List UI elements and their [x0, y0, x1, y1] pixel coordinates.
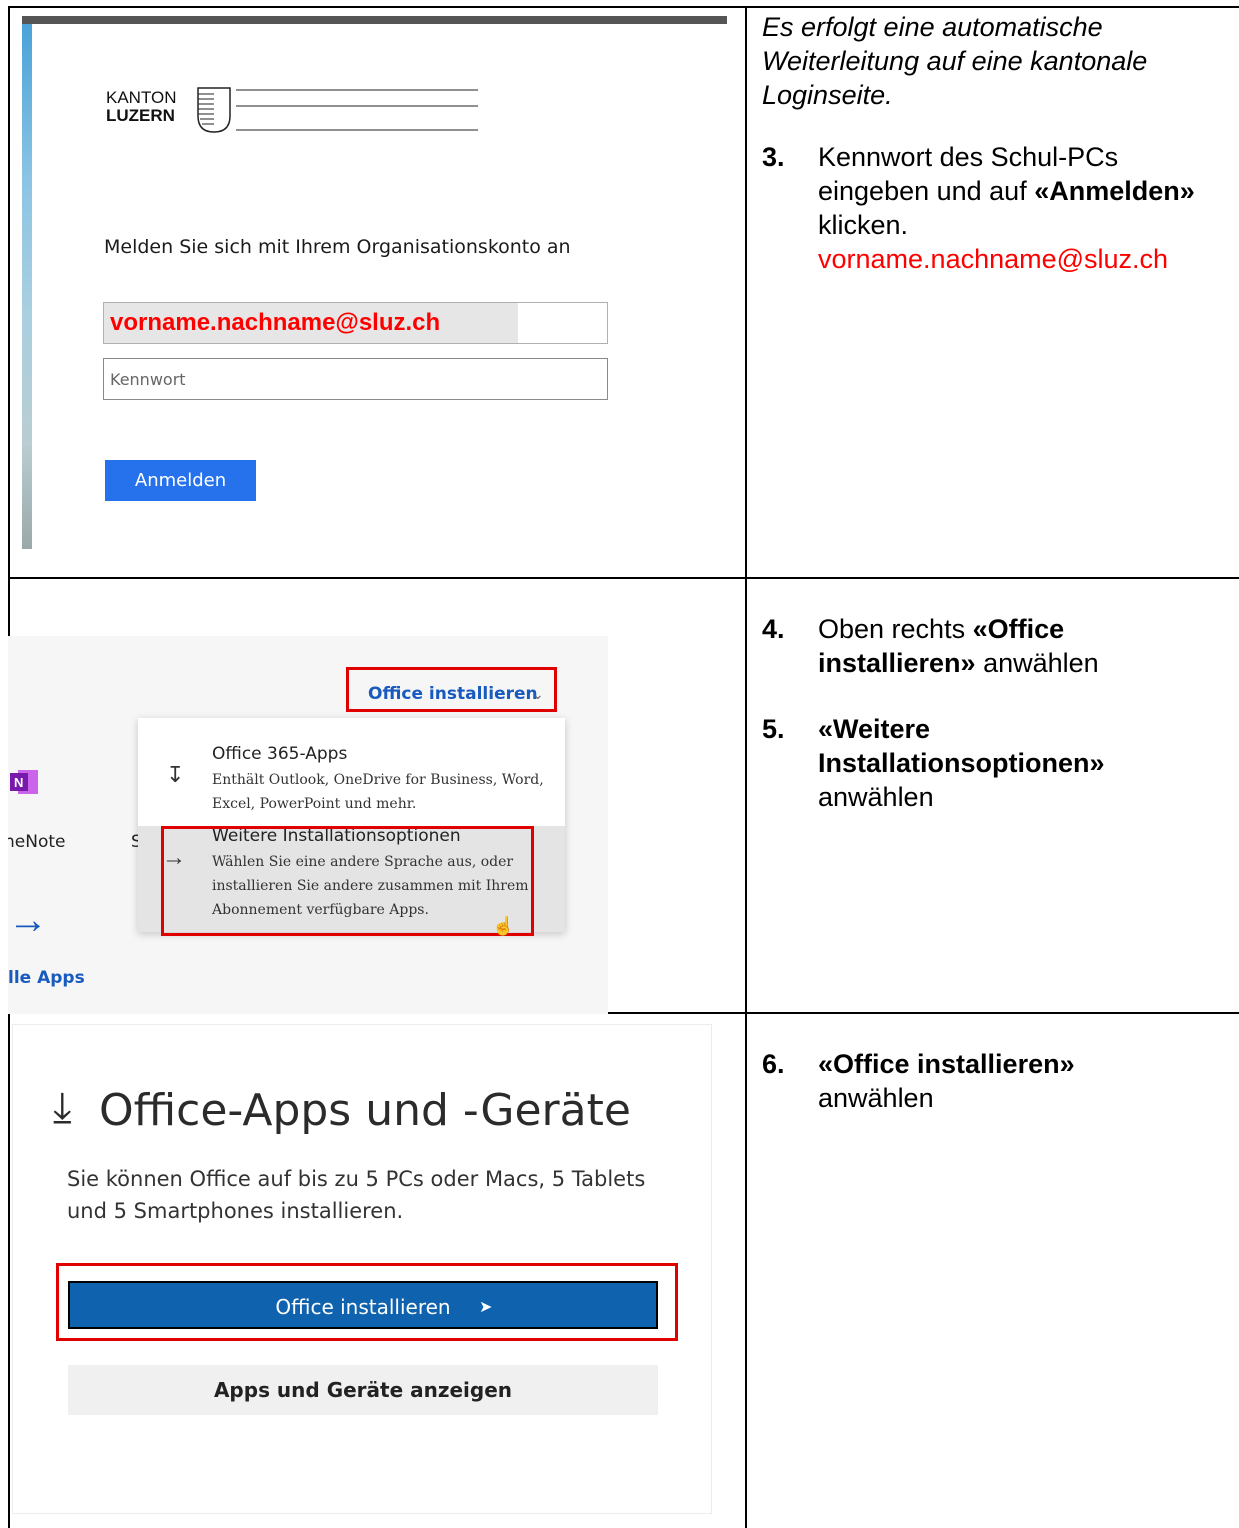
arrow-right-icon[interactable]: →	[8, 898, 48, 943]
email-value: vorname.nachname@sluz.ch	[110, 309, 441, 336]
office-dropdown-screenshot: Office installieren ⌄ N neNote S → lle A…	[8, 636, 608, 1014]
step-4-body: Oben rechts «Office installieren» anwähl…	[818, 612, 1218, 680]
step-5-bold: «Weitere Installationsoptionen»	[818, 714, 1105, 778]
step-3-email: vorname.nachname@sluz.ch	[818, 244, 1169, 274]
menu-item-office365-desc: Enthält Outlook, OneDrive for Business, …	[212, 772, 544, 812]
table-top-border	[8, 6, 1239, 8]
kanton-luzern-logo: KANTON LUZERN	[106, 86, 486, 134]
step-5-number: 5.	[762, 714, 785, 744]
step-6-number: 6.	[762, 1049, 785, 1079]
step-6-body: «Office installieren» anwählen	[818, 1047, 1218, 1115]
step-3-number: 3.	[762, 142, 785, 172]
highlight-box-office-install	[346, 667, 557, 712]
step-4-number: 4.	[762, 614, 785, 644]
step-3-body: Kennwort des Schul-PCs eingeben und auf …	[818, 140, 1218, 276]
office-apps-screenshot: ⤓ Office-Apps und -Geräte Sie können Off…	[12, 1024, 712, 1514]
step-3-bold: «Anmelden»	[1034, 176, 1195, 206]
login-side-image	[22, 24, 32, 549]
office-apps-description: Sie können Office auf bis zu 5 PCs oder …	[67, 1167, 646, 1223]
apps-devices-button[interactable]: Apps und Geräte anzeigen	[68, 1365, 658, 1415]
login-heading: Melden Sie sich mit Ihrem Organisationsk…	[104, 236, 571, 258]
table-row-divider-1	[8, 577, 1239, 579]
table-column-divider	[745, 6, 747, 1528]
step-5-body: «Weitere Installationsoptionen» anwählen	[818, 712, 1218, 814]
step-6-bold: «Office installieren»	[818, 1049, 1075, 1079]
svg-text:N: N	[14, 775, 23, 790]
step-3: 3. Kennwort des Schul-PCs eingeben und a…	[762, 140, 1232, 280]
redirect-note-text: Es erfolgt eine automatische Weiterleitu…	[762, 12, 1148, 110]
login-screenshot: KANTON LUZERN Melden Sie sich mit Ihrem …	[22, 14, 727, 554]
all-apps-link[interactable]: lle Apps	[8, 968, 85, 988]
email-field[interactable]: vorname.nachname@sluz.ch	[103, 302, 608, 344]
step-4-text-b: anwählen	[975, 648, 1099, 678]
download-icon: ⤓	[53, 1083, 72, 1130]
anmelden-button[interactable]: Anmelden	[105, 460, 256, 501]
highlight-box-install-button	[56, 1263, 678, 1341]
login-top-bar	[22, 16, 727, 24]
onenote-label: neNote	[8, 832, 66, 852]
onenote-logo: N	[10, 770, 38, 794]
step-6: 6. «Office installieren» anwählen	[762, 1047, 1232, 1127]
step-4: 4. Oben rechts «Office installieren» anw…	[762, 612, 1232, 692]
step-5-text-b: anwählen	[818, 782, 934, 812]
password-field[interactable]: Kennwort	[103, 358, 608, 400]
onenote-icon[interactable]: N	[10, 768, 38, 796]
step-6-text-b: anwählen	[818, 1083, 934, 1113]
password-placeholder: Kennwort	[110, 370, 186, 389]
menu-item-office365-title[interactable]: Office 365-Apps	[212, 744, 347, 764]
hand-cursor-icon: ☝	[492, 916, 515, 936]
step-4-text-a: Oben rechts	[818, 614, 973, 644]
office-apps-title: Office-Apps und -Geräte	[99, 1085, 631, 1136]
redirect-note: Es erfolgt eine automatische Weiterleitu…	[762, 10, 1222, 112]
highlight-box-more-options	[161, 826, 534, 936]
step-3-text-b: klicken.	[818, 210, 909, 240]
logo-emblem	[197, 87, 478, 133]
step-5: 5. «Weitere Installationsoptionen» anwäh…	[762, 712, 1232, 822]
download-icon: ↧	[166, 762, 185, 787]
